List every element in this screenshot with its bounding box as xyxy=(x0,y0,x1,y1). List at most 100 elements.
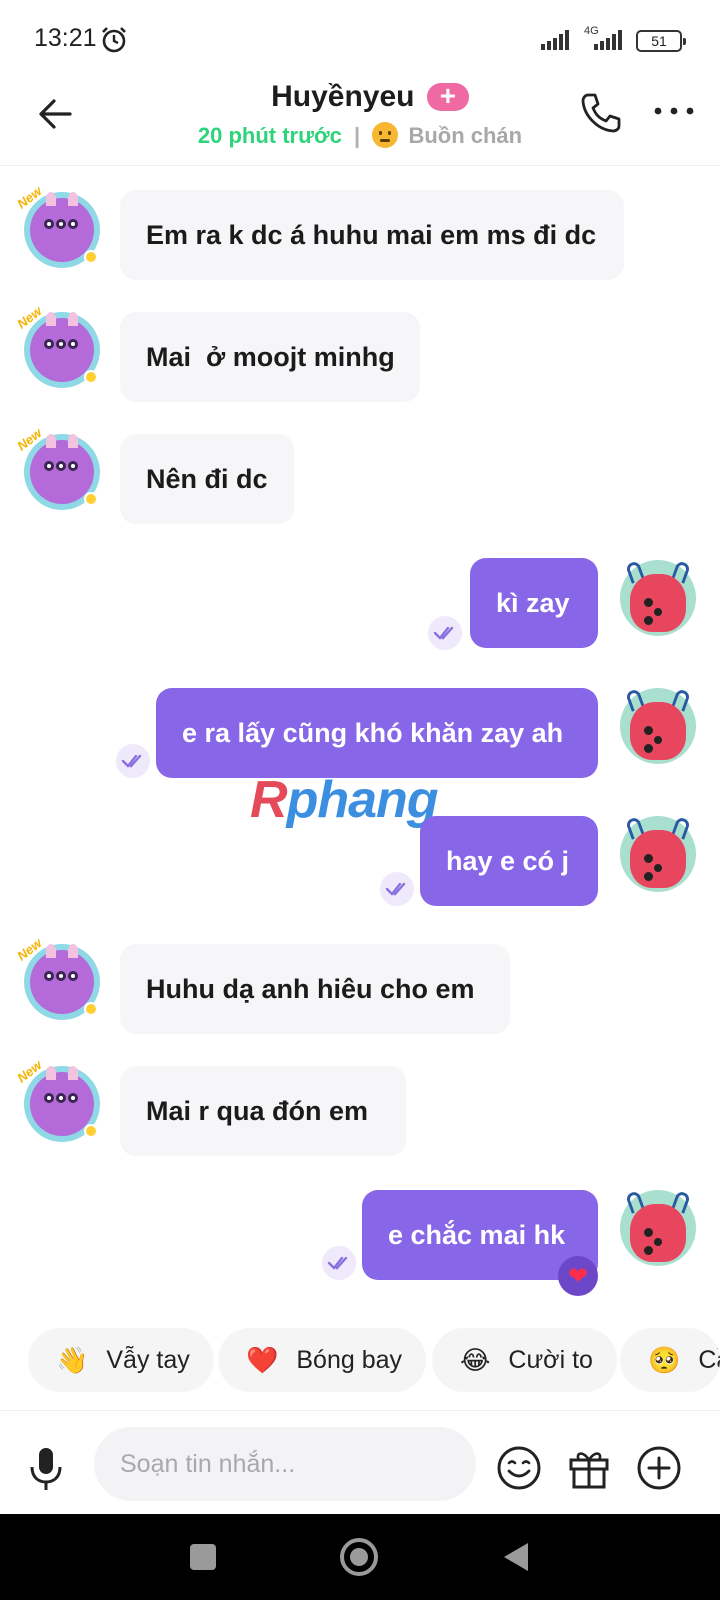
heart-reaction-icon[interactable]: ❤ xyxy=(558,1256,598,1296)
avatar-eyes xyxy=(644,722,674,753)
quick-reply-plead[interactable]: 🥺 Cầ xyxy=(620,1328,720,1392)
microphone-icon[interactable] xyxy=(28,1445,64,1493)
incoming-message[interactable]: Mai r qua đón em xyxy=(120,1066,406,1156)
status-bar: 13:21 4G 51 xyxy=(0,0,720,80)
avatar-eyes xyxy=(644,1224,674,1255)
avatar-eyes xyxy=(644,850,674,881)
signal-icon xyxy=(541,30,569,50)
system-navigation-bar xyxy=(0,1514,720,1600)
incoming-message[interactable]: Nên đi dc xyxy=(120,434,294,524)
avatar-eyes xyxy=(44,458,80,471)
quick-reply-wave[interactable]: 👋 Vẫy tay xyxy=(28,1328,214,1392)
incoming-message[interactable]: Mai ở moojt minhg xyxy=(120,312,420,402)
watermark-part-1: R xyxy=(250,771,288,829)
my-avatar[interactable] xyxy=(620,688,696,764)
avatar-eyes xyxy=(44,1090,80,1103)
avatar-horn xyxy=(68,434,78,448)
outgoing-message[interactable]: kì zay xyxy=(470,558,598,648)
plus-circle-icon[interactable] xyxy=(636,1445,682,1491)
message-text: e chắc mai hk xyxy=(388,1219,566,1250)
avatar-status-dot xyxy=(84,1002,98,1016)
chip-label: Cầ xyxy=(698,1345,720,1374)
wave-icon: 👋 xyxy=(56,1344,89,1375)
read-receipt-icon xyxy=(322,1246,356,1280)
message-text: e ra lấy cũng khó khăn zay ah xyxy=(182,717,564,748)
message-input[interactable] xyxy=(94,1427,476,1501)
quick-reply-bar: 👋 Vẫy tay ❤️ Bóng bay 😂 Cười to 🥺 Cầ xyxy=(0,1328,720,1394)
contact-avatar[interactable]: New xyxy=(14,425,100,510)
my-avatar[interactable] xyxy=(620,1190,696,1266)
message-text: Nên đi dc xyxy=(146,463,268,494)
recents-button[interactable] xyxy=(190,1544,216,1570)
avatar-horn xyxy=(68,944,78,958)
heart-icon: ❤️ xyxy=(246,1344,279,1375)
outgoing-message[interactable]: hay e có j xyxy=(420,816,598,906)
contact-avatar[interactable]: New xyxy=(14,1057,100,1142)
home-button[interactable] xyxy=(340,1538,378,1576)
avatar-horn xyxy=(46,944,56,958)
alarm-icon xyxy=(102,27,126,53)
my-avatar[interactable] xyxy=(620,816,696,892)
avatar-horn xyxy=(46,192,56,206)
avatar-nose xyxy=(654,608,662,616)
more-options-icon[interactable] xyxy=(652,96,696,126)
battery-icon: 51 xyxy=(636,30,686,52)
avatar-status-dot xyxy=(84,250,98,264)
quick-reply-balloon[interactable]: ❤️ Bóng bay xyxy=(218,1328,427,1392)
chat-header: Huyềnyeu + 20 phút trước | Buồn chán xyxy=(0,80,720,166)
avatar-eyes xyxy=(644,594,674,625)
avatar-status-dot xyxy=(84,370,98,384)
status-time: 13:21 xyxy=(34,24,97,52)
last-seen: 20 phút trước xyxy=(197,123,342,148)
mood-emoji-icon xyxy=(372,122,399,148)
incoming-message[interactable]: Huhu dạ anh hiêu cho em xyxy=(120,944,510,1034)
message-text: Huhu dạ anh hiêu cho em xyxy=(146,973,475,1004)
message-text: Mai ở moojt minhg xyxy=(146,341,395,372)
avatar-horn xyxy=(46,312,56,326)
gift-icon[interactable] xyxy=(566,1445,612,1491)
battery-level: 51 xyxy=(651,33,667,49)
avatar-eyes xyxy=(44,336,80,349)
avatar-horn xyxy=(68,312,78,326)
my-avatar[interactable] xyxy=(620,560,696,636)
laughing-icon: 😂 xyxy=(460,1344,491,1375)
signal-icon-secondary xyxy=(594,30,622,50)
read-receipt-icon xyxy=(116,744,150,778)
chip-label: Vẫy tay xyxy=(106,1345,190,1374)
watermark-logo: Rphang xyxy=(250,770,439,830)
message-text: hay e có j xyxy=(446,845,570,876)
system-back-button[interactable] xyxy=(504,1543,528,1571)
avatar-horn xyxy=(68,192,78,206)
watermark-part-2: phang xyxy=(286,771,439,829)
incoming-message[interactable]: Em ra k dc á huhu mai em ms đi dc xyxy=(120,190,624,280)
chip-label: Cười to xyxy=(508,1345,593,1374)
message-composer xyxy=(0,1410,720,1514)
avatar-nose xyxy=(654,1238,662,1246)
avatar-nose xyxy=(654,864,662,872)
read-receipt-icon xyxy=(380,872,414,906)
read-receipt-icon xyxy=(428,616,462,650)
message-text: kì zay xyxy=(496,587,570,618)
message-text: Mai r qua đón em xyxy=(146,1095,369,1126)
emoji-icon[interactable] xyxy=(496,1445,542,1491)
avatar-eyes xyxy=(44,968,80,981)
avatar-horn xyxy=(46,434,56,448)
contact-avatar[interactable]: New xyxy=(14,183,100,268)
contact-name[interactable]: Huyềnyeu xyxy=(271,80,414,114)
avatar-nose xyxy=(654,736,662,744)
contact-avatar[interactable]: New xyxy=(14,935,100,1020)
presence-separator: | xyxy=(354,123,361,148)
phone-call-icon[interactable] xyxy=(578,90,624,136)
mood-status: Buồn chán xyxy=(408,123,523,148)
quick-reply-laugh[interactable]: 😂 Cười to xyxy=(432,1328,617,1392)
contact-avatar[interactable]: New xyxy=(14,303,100,388)
add-friend-badge[interactable]: + xyxy=(426,82,469,111)
message-text: Em ra k dc á huhu mai em ms đi dc xyxy=(146,219,597,250)
avatar-horn xyxy=(68,1066,78,1080)
pleading-face-icon: 🥺 xyxy=(648,1344,681,1375)
avatar-eyes xyxy=(44,216,80,229)
outgoing-message[interactable]: e ra lấy cũng khó khăn zay ah xyxy=(156,688,598,778)
chip-label: Bóng bay xyxy=(296,1345,403,1374)
avatar-horn xyxy=(46,1066,56,1080)
avatar-status-dot xyxy=(84,1124,98,1138)
